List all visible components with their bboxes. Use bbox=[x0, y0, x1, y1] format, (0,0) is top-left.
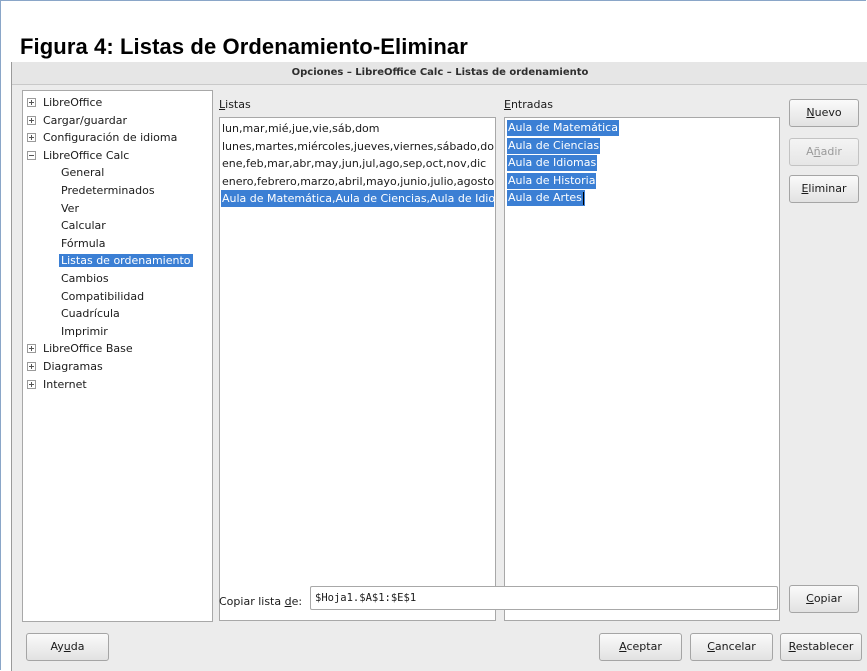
tree-item-label: LibreOffice bbox=[43, 96, 103, 109]
expand-icon[interactable] bbox=[27, 115, 36, 125]
copy-from-label: Copiar lista de: bbox=[219, 595, 303, 608]
tree-item-label: LibreOffice Base bbox=[43, 342, 133, 356]
cancel-button[interactable]: Cancelar bbox=[690, 633, 773, 661]
copy-button[interactable]: Copiar bbox=[789, 585, 859, 613]
tree-item[interactable]: Internet bbox=[23, 376, 87, 393]
list-item[interactable]: lunes,martes,miércoles,jueves,viernes,sá… bbox=[222, 138, 495, 155]
entry-line: Aula de Matemática bbox=[507, 120, 619, 136]
entry-text: Aula de Artes bbox=[508, 191, 582, 205]
figure-caption: Figura 4: Listas de Ordenamiento-Elimina… bbox=[20, 34, 468, 59]
tree-item-label: Cargar/guardar bbox=[43, 113, 127, 127]
collapse-icon[interactable] bbox=[27, 150, 36, 160]
tree-item[interactable]: LibreOffice Base bbox=[23, 340, 133, 357]
entries-textbox[interactable]: Aula de Matemática Aula de Ciencias Aula d… bbox=[504, 117, 780, 621]
reset-button[interactable]: Restablecer bbox=[780, 633, 862, 661]
help-button[interactable]: Ayuda bbox=[26, 633, 109, 661]
options-tree[interactable]: LibreOffice Cargar/guardar Configuración d… bbox=[22, 90, 213, 622]
lists-listbox[interactable]: lun,mar,mié,jue,vie,sáb,dom lunes,martes,… bbox=[219, 117, 496, 621]
entry-line: Aula de Idiomas bbox=[507, 155, 598, 172]
expand-icon[interactable] bbox=[27, 133, 36, 143]
text-cursor bbox=[582, 191, 584, 205]
tree-item[interactable]: LibreOffice bbox=[23, 94, 102, 111]
expand-icon[interactable] bbox=[27, 98, 36, 107]
tree-item-label: LibreOffice Calc bbox=[43, 148, 130, 162]
entry-line: Aula de Historia bbox=[507, 172, 597, 189]
lists-label: Listas bbox=[219, 98, 251, 111]
tree-item[interactable]: Fórmula bbox=[61, 235, 105, 252]
list-item[interactable]: enero,febrero,marzo,abril,mayo,junio,jul… bbox=[222, 173, 495, 190]
new-button[interactable]: Nuevo bbox=[789, 99, 859, 127]
tree-item[interactable]: Cargar/guardar bbox=[23, 112, 127, 129]
tree-item-label: Internet bbox=[43, 377, 87, 391]
entry-text: Aula de Matemática bbox=[508, 121, 618, 134]
tree-item-label: Fórmula bbox=[61, 236, 106, 250]
tree-item-label: Diagramas bbox=[43, 360, 103, 373]
tree-item-label: Compatibilidad bbox=[61, 289, 145, 303]
entry-text: Aula de Ciencias bbox=[508, 138, 600, 152]
tree-item[interactable]: General bbox=[61, 164, 104, 181]
tree-item[interactable]: LibreOffice Calc bbox=[23, 147, 129, 164]
delete-button[interactable]: Eliminar bbox=[789, 175, 859, 203]
tree-item[interactable]: Compatibilidad bbox=[61, 288, 144, 305]
tree-item-label: Predeterminados bbox=[61, 184, 155, 197]
entry-line: Aula de Ciencias bbox=[507, 137, 601, 154]
tree-item-label: Listas de ordenamiento bbox=[59, 254, 193, 268]
tree-item-label: Ver bbox=[61, 201, 79, 215]
tree-item-label: General bbox=[61, 166, 105, 180]
list-item[interactable]: lun,mar,mié,jue,vie,sáb,dom bbox=[222, 120, 380, 137]
ok-button[interactable]: Aceptar bbox=[599, 633, 682, 661]
options-dialog: Opciones – LibreOffice Calc – Listas de … bbox=[11, 62, 867, 671]
list-item[interactable]: Aula de Matemática,Aula de Ciencias,Aula… bbox=[221, 190, 495, 208]
tree-item-label: Imprimir bbox=[61, 324, 108, 338]
list-item[interactable]: ene,feb,mar,abr,may,jun,jul,ago,sep,oct,… bbox=[222, 155, 486, 172]
expand-icon[interactable] bbox=[27, 362, 36, 371]
entries-label: Entradas bbox=[504, 98, 553, 111]
add-button[interactable]: Añadir bbox=[789, 138, 859, 166]
tree-item[interactable]: Imprimir bbox=[61, 323, 108, 340]
tree-item[interactable]: Cambios bbox=[61, 270, 109, 287]
entry-line: Aula de Artes bbox=[507, 190, 585, 207]
window-title: Opciones – LibreOffice Calc – Listas de … bbox=[12, 62, 867, 85]
tree-item[interactable]: Calcular bbox=[61, 217, 106, 234]
tree-item-label: Cuadrícula bbox=[61, 307, 120, 321]
tree-item[interactable]: Cuadrícula bbox=[61, 305, 120, 322]
expand-icon[interactable] bbox=[27, 379, 36, 389]
copy-from-field[interactable]: $Hoja1.$A$1:$E$1 bbox=[310, 586, 778, 610]
expand-icon[interactable] bbox=[27, 344, 36, 354]
tree-item[interactable]: Configuración de idioma bbox=[23, 129, 177, 146]
entry-text: Aula de Historia bbox=[508, 173, 596, 187]
tree-item-label: Calcular bbox=[61, 219, 106, 233]
tree-item[interactable]: Predeterminados bbox=[61, 182, 155, 199]
tree-item-label: Cambios bbox=[61, 272, 109, 285]
entry-text: Aula de Idiomas bbox=[508, 156, 597, 170]
tree-item[interactable]: Listas de ordenamiento bbox=[59, 252, 193, 269]
tree-item-label: Configuración de idioma bbox=[43, 131, 178, 145]
tree-item[interactable]: Diagramas bbox=[23, 358, 103, 375]
tree-item[interactable]: Ver bbox=[61, 200, 79, 217]
